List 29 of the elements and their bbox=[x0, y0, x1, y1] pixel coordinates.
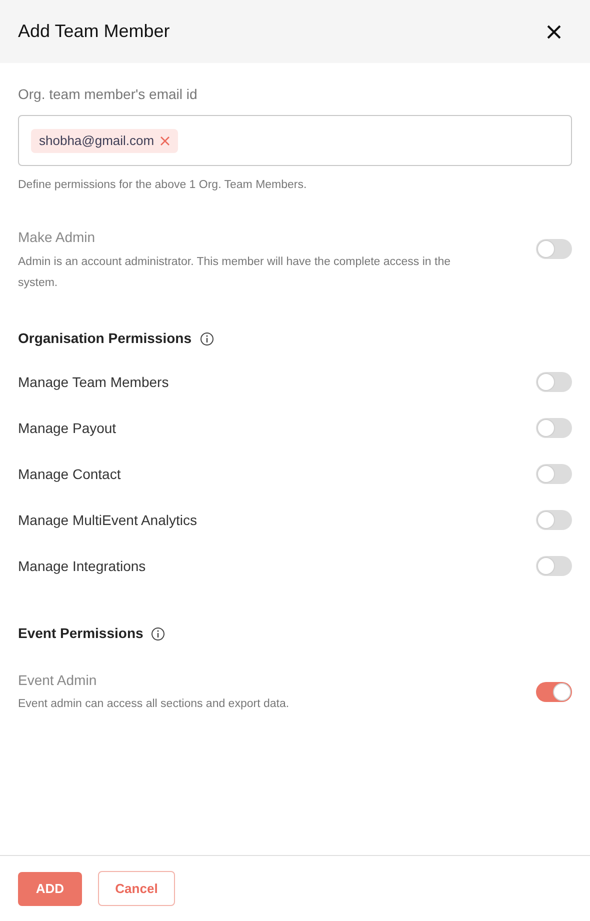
info-icon[interactable] bbox=[200, 332, 214, 346]
permission-description: Event admin can access all sections and export data. bbox=[18, 697, 290, 712]
toggle-switch[interactable] bbox=[536, 418, 572, 438]
permission-label: Make Admin bbox=[18, 228, 96, 248]
info-icon[interactable] bbox=[151, 626, 166, 641]
toggle-switch[interactable] bbox=[536, 464, 572, 484]
permission-label: Event Admin bbox=[18, 671, 98, 690]
toggle-switch[interactable] bbox=[536, 372, 572, 392]
toggle-switch[interactable] bbox=[536, 556, 572, 576]
toggle-switch[interactable] bbox=[536, 510, 572, 530]
dialog-title: Add Team Member bbox=[18, 20, 170, 43]
section-heading: Event Permissions bbox=[18, 624, 144, 644]
permission-label: Manage Team Members bbox=[18, 372, 169, 392]
cancel-button[interactable]: Cancel bbox=[98, 871, 175, 906]
permission-label: Manage Payout bbox=[18, 418, 116, 438]
add-button[interactable]: ADD bbox=[18, 872, 82, 906]
helper-text: Define permissions for the above 1 Org. Team Members. bbox=[18, 178, 308, 193]
close-icon[interactable] bbox=[546, 24, 562, 40]
remove-icon[interactable] bbox=[160, 136, 170, 146]
section-heading: Organisation Permissions bbox=[18, 329, 192, 348]
field-label: Org. team member's email id bbox=[18, 85, 198, 104]
email-tag: shobha@gmail.com bbox=[31, 128, 178, 152]
email-input-field[interactable]: shobha@gmail.com bbox=[18, 115, 572, 166]
permission-description: Admin is an account administrator. This member will have the complete access in the system. bbox=[18, 255, 452, 292]
permission-label: Manage Contact bbox=[18, 464, 121, 484]
toggle-switch[interactable] bbox=[536, 682, 572, 702]
permission-label: Manage MultiEvent Analytics bbox=[18, 510, 197, 530]
toggle-switch[interactable] bbox=[536, 239, 572, 260]
permission-label: Manage Integrations bbox=[18, 556, 146, 576]
